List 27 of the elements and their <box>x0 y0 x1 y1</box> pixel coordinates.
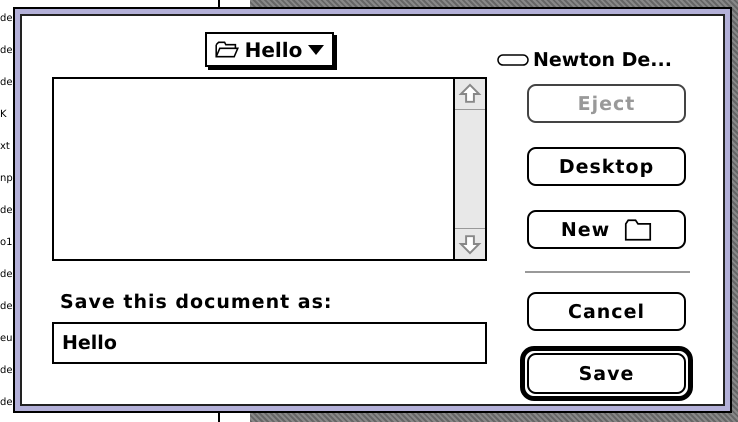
background-text: de <box>0 76 13 90</box>
folder-popup[interactable]: Hello <box>204 32 334 67</box>
folder-icon <box>624 218 652 240</box>
background-text: de <box>0 268 13 282</box>
background-text: xt <box>0 140 11 154</box>
background-text: o1 <box>0 236 13 250</box>
dialog-button[interactable]: Cancel <box>527 292 686 331</box>
scrollbar[interactable] <box>453 79 485 259</box>
background-text: de <box>0 204 13 218</box>
background-text: eu <box>0 332 13 346</box>
folder-icon <box>214 41 239 58</box>
file-name-field[interactable]: Hello <box>52 322 487 364</box>
dialog-button[interactable]: Desktop <box>527 147 686 186</box>
new-folder-button[interactable]: New <box>527 210 686 249</box>
dropdown-arrow-icon <box>308 44 324 54</box>
background-text: np <box>0 172 13 186</box>
dialog-button[interactable]: Save <box>527 353 686 394</box>
save-prompt-label: Save this document as: <box>60 291 334 313</box>
background-text: de <box>0 44 13 58</box>
background-text: K <box>0 108 8 122</box>
volume-name: Newton De... <box>533 49 672 71</box>
background-text: de <box>0 12 13 26</box>
background-text: de <box>0 300 13 314</box>
background-text: de <box>0 364 13 378</box>
file-list[interactable] <box>52 77 487 261</box>
background-text: de <box>0 396 13 410</box>
drive-icon <box>497 54 529 66</box>
